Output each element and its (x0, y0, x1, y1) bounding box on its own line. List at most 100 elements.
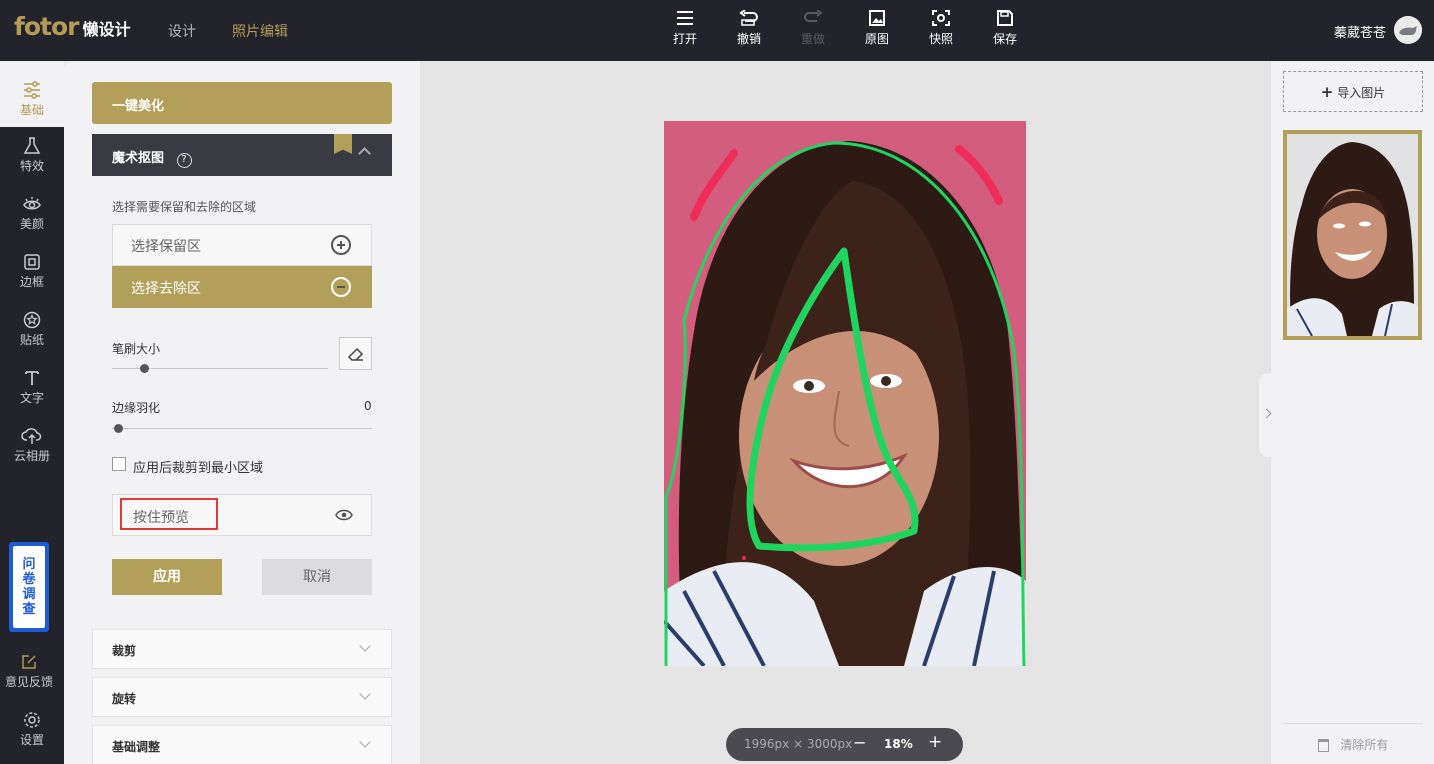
frame-icon (24, 254, 40, 270)
brush-size-handle[interactable] (140, 364, 150, 373)
original-button[interactable]: 原图 (851, 10, 903, 47)
snapshot-button[interactable]: 快照 (915, 10, 967, 47)
adjust-panel: 一键美化 魔术抠图 ? 选择需要保留和去除的区域 选择保留区 选择去除区 笔刷大… (64, 61, 420, 764)
camera-focus-icon (932, 10, 950, 26)
import-image-button[interactable]: + 导入图片 (1283, 71, 1423, 112)
clear-all-label: 清除所有 (1340, 738, 1389, 752)
snapshot-label: 快照 (928, 32, 953, 46)
logo[interactable]: fotor 懒设计 (14, 12, 131, 41)
accordion-rotate[interactable]: 旋转 (92, 677, 392, 717)
rail-beauty[interactable]: 美颜 (0, 195, 64, 253)
survey-char: 调 (22, 587, 36, 602)
cutout-hint: 选择需要保留和去除的区域 (112, 200, 257, 214)
feather-label: 边缘羽化 (112, 401, 161, 415)
chevron-down-icon (359, 688, 371, 700)
collapse-panel-handle[interactable] (1259, 373, 1273, 457)
thumbnail-image (1287, 134, 1418, 336)
canvas-area: 1996px × 3000px − 18% + (420, 61, 1270, 764)
avatar[interactable] (1394, 16, 1422, 44)
sliders-icon (24, 81, 40, 99)
survey-char: 问 (22, 557, 36, 572)
accordion-crop[interactable]: 裁剪 (92, 629, 392, 669)
tool-rail: 基础 特效 美颜 边框 贴纸 文字 云相册 问 卷 调 查 意见反馈 设置 (0, 61, 64, 764)
original-label: 原图 (864, 32, 889, 46)
save-icon (997, 10, 1013, 26)
image-thumbnail[interactable] (1283, 130, 1422, 340)
rail-feedback[interactable]: 意见反馈 (0, 653, 58, 711)
survey-button[interactable]: 问 卷 调 查 (9, 542, 49, 632)
hold-preview-label: 按住预览 (120, 498, 218, 530)
accordion-basic-adjust-label: 基础调整 (112, 740, 161, 754)
rail-frames-label: 边框 (19, 275, 44, 289)
open-button[interactable]: 打开 (659, 10, 711, 47)
keep-area-option[interactable]: 选择保留区 (112, 224, 372, 266)
feather-handle[interactable] (114, 424, 123, 433)
nav-photo-edit[interactable]: 照片编辑 (232, 21, 288, 41)
image-dimensions: 1996px × 3000px (744, 737, 853, 751)
image-icon (869, 10, 885, 26)
import-image-label: 导入图片 (1337, 86, 1386, 100)
hold-preview-button[interactable]: 按住预览 (112, 494, 372, 536)
plus-circle-icon (331, 235, 351, 255)
zoom-out-button[interactable]: − (853, 733, 866, 752)
magic-cutout-title: 魔术抠图 (112, 151, 165, 166)
feather-slider[interactable] (112, 428, 372, 429)
eye-icon (23, 197, 41, 210)
save-button[interactable]: 保存 (979, 10, 1031, 47)
rail-cloud[interactable]: 云相册 (0, 427, 64, 485)
rail-effects[interactable]: 特效 (0, 137, 64, 195)
edited-photo[interactable] (664, 121, 1026, 666)
rail-cloud-label: 云相册 (13, 449, 50, 463)
accordion-basic-adjust[interactable]: 基础调整 (92, 725, 392, 764)
logo-subtitle: 懒设计 (82, 20, 131, 39)
save-label: 保存 (992, 32, 1017, 46)
undo-button[interactable]: 撤销 (723, 10, 775, 47)
rail-stickers-label: 贴纸 (19, 333, 44, 347)
rail-frames[interactable]: 边框 (0, 253, 64, 311)
rail-basic-label: 基础 (19, 103, 44, 117)
rail-settings-label: 设置 (19, 733, 44, 747)
zoom-level: 18% (884, 737, 913, 751)
minus-circle-icon (331, 277, 351, 297)
rail-stickers[interactable]: 贴纸 (0, 311, 64, 369)
zoom-bar: 1996px × 3000px − 18% + (726, 728, 963, 761)
survey-char: 查 (22, 602, 36, 617)
open-label: 打开 (672, 32, 697, 46)
zoom-in-button[interactable]: + (928, 732, 942, 752)
flask-icon (23, 137, 41, 154)
cloud-upload-icon (21, 428, 42, 444)
rail-settings[interactable]: 设置 (0, 711, 64, 764)
user-name[interactable]: 蓁葳苍苍 (1334, 22, 1386, 41)
clear-all-button[interactable]: 清除所有 (1283, 723, 1423, 753)
survey-char: 卷 (22, 572, 36, 587)
plus-icon: + (1320, 83, 1334, 101)
remove-area-option[interactable]: 选择去除区 (112, 266, 372, 308)
avatar-image (1394, 16, 1422, 44)
nav-design[interactable]: 设计 (168, 21, 196, 41)
remove-area-label: 选择去除区 (131, 281, 201, 297)
rail-text[interactable]: 文字 (0, 369, 64, 427)
redo-button[interactable]: 重做 (787, 10, 839, 47)
menu-icon (677, 11, 693, 25)
image-library-panel: + 导入图片 清除所有 (1259, 61, 1434, 764)
survey-label: 问 卷 调 查 (13, 546, 45, 628)
help-icon[interactable]: ? (176, 153, 192, 168)
feather-value: 0 (364, 399, 372, 413)
top-bar: fotor 懒设计 设计 照片编辑 打开 撤销 重做 原图 快照 保存 蓁葳苍苍 (0, 0, 1434, 61)
rail-effects-label: 特效 (19, 159, 44, 173)
cancel-button[interactable]: 取消 (262, 559, 372, 595)
gear-icon (24, 712, 40, 728)
apply-button[interactable]: 应用 (112, 559, 222, 595)
accordion-crop-label: 裁剪 (112, 644, 137, 658)
keep-area-label: 选择保留区 (131, 239, 201, 255)
eraser-button[interactable] (339, 337, 372, 370)
trash-icon (1317, 739, 1329, 752)
rail-basic[interactable]: 基础 (0, 61, 64, 127)
logo-wordmark: fotor (14, 12, 80, 41)
brush-size-label: 笔刷大小 (112, 342, 161, 356)
crop-min-checkbox[interactable] (112, 457, 126, 471)
eye-icon (335, 509, 353, 521)
one-click-beautify-button[interactable]: 一键美化 (92, 82, 392, 124)
chevron-down-icon (359, 736, 371, 748)
crop-min-label: 应用后裁剪到最小区域 (133, 461, 264, 476)
